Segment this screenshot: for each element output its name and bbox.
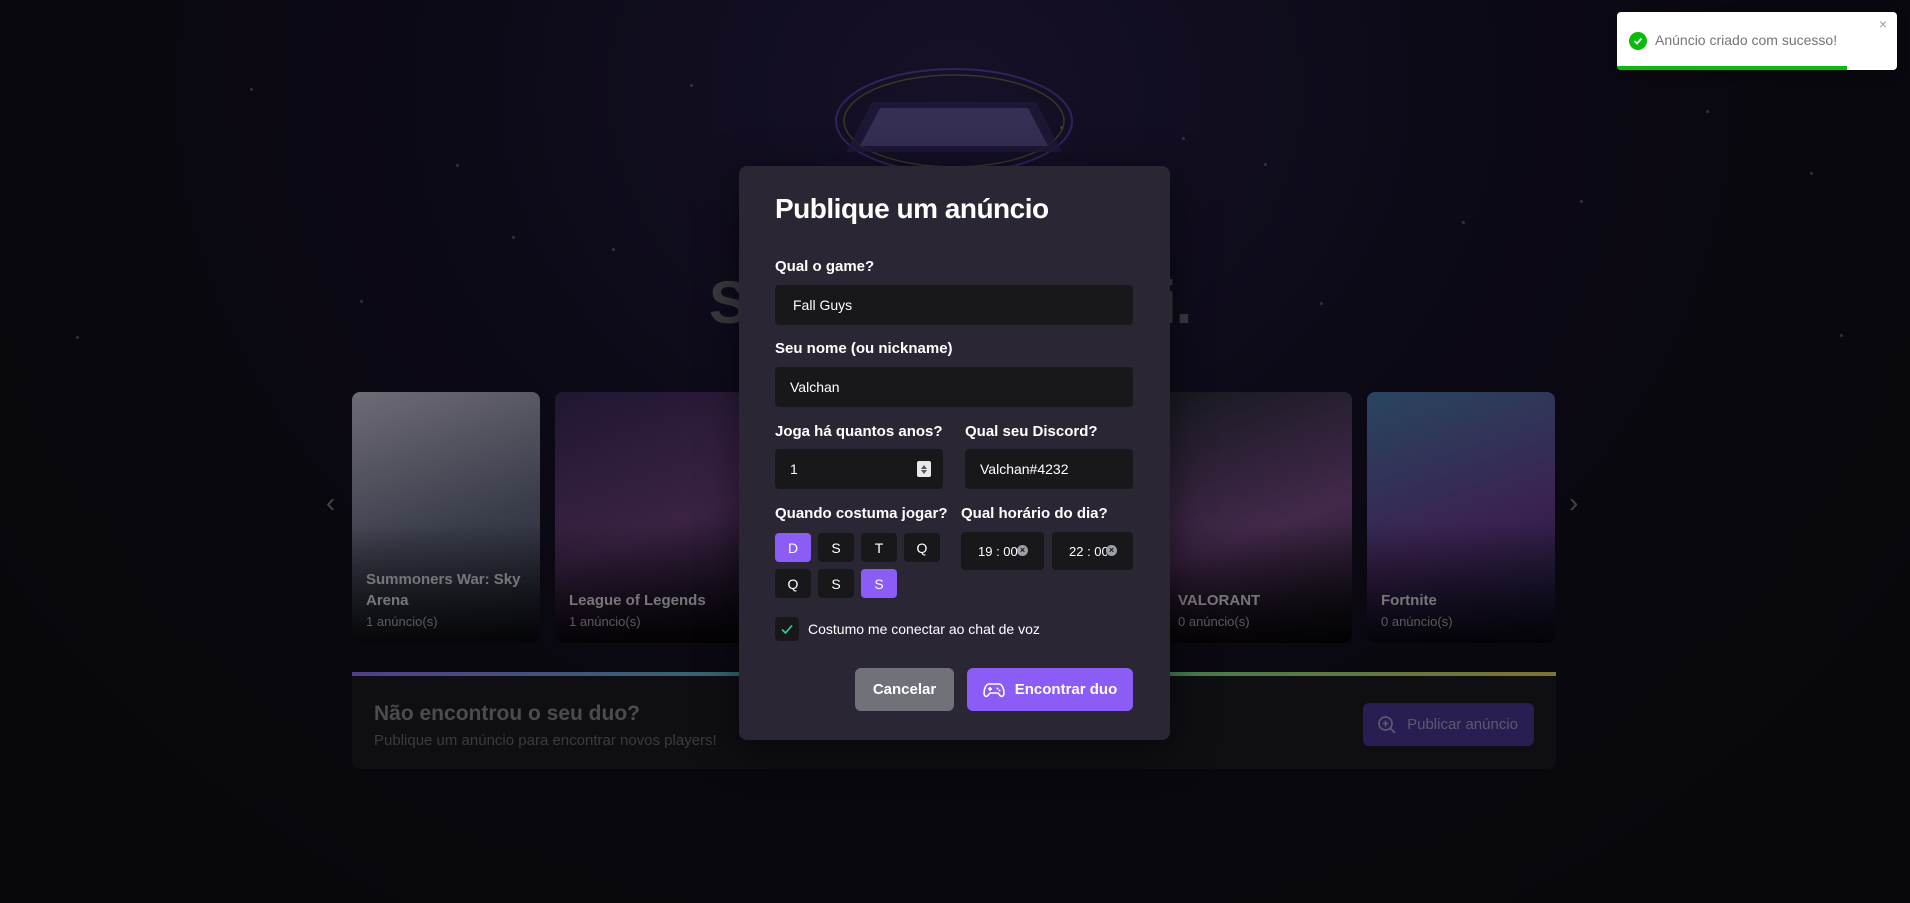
voice-chat-checkbox[interactable] [775,617,799,641]
hour-start-value: 19 : 00 [978,543,1018,559]
hour-start-input[interactable]: 19 : 00 × [961,532,1044,570]
name-input-value: Valchan [790,379,840,395]
day-toggle-tuesday[interactable]: T [861,533,897,562]
find-duo-label: Encontrar duo [1014,681,1118,698]
name-input[interactable]: Valchan [775,367,1133,407]
discord-label: Qual seu Discord? [965,423,1098,440]
game-select-value: Fall Guys [793,297,853,313]
day-toggle-wednesday[interactable]: Q [904,533,940,562]
check-icon [781,624,793,635]
days-label: Quando costuma jogar? [775,505,948,522]
toast-close-button[interactable]: × [1879,16,1887,32]
clear-icon[interactable]: × [1106,545,1117,556]
discord-input[interactable]: Valchan#4232 [965,449,1133,489]
game-select[interactable]: Fall Guys [775,285,1133,325]
publish-ad-modal: Publique um anúncio Qual o game? Fall Gu… [739,166,1170,740]
toast-progress-bar [1617,66,1847,70]
game-label: Qual o game? [775,258,875,275]
game-controller-icon [982,682,1005,697]
day-toggle-friday[interactable]: S [818,569,854,598]
success-check-icon [1629,32,1647,50]
voice-chat-label: Costumo me conectar ao chat de voz [808,621,1040,637]
cancel-button[interactable]: Cancelar [855,668,954,711]
day-toggle-thursday[interactable]: Q [775,569,811,598]
day-toggle-monday[interactable]: S [818,533,854,562]
number-stepper[interactable] [917,461,931,477]
toast-message: Anúncio criado com sucesso! [1655,32,1838,48]
clear-icon[interactable]: × [1017,545,1028,556]
day-toggle-saturday[interactable]: S [861,569,897,598]
discord-input-value: Valchan#4232 [980,461,1069,477]
years-input[interactable]: 1 [775,449,943,489]
hours-label: Qual horário do dia? [961,505,1108,522]
name-label: Seu nome (ou nickname) [775,340,953,357]
hour-end-value: 22 : 00 [1069,543,1107,559]
years-label: Joga há quantos anos? [775,423,943,440]
day-toggle-sunday[interactable]: D [775,533,811,562]
success-toast: Anúncio criado com sucesso! × [1617,12,1897,70]
hour-end-input[interactable]: 22 : 00 × [1052,532,1133,570]
modal-title: Publique um anúncio [775,193,1049,224]
find-duo-button[interactable]: Encontrar duo [967,668,1133,711]
years-input-value: 1 [790,461,798,477]
